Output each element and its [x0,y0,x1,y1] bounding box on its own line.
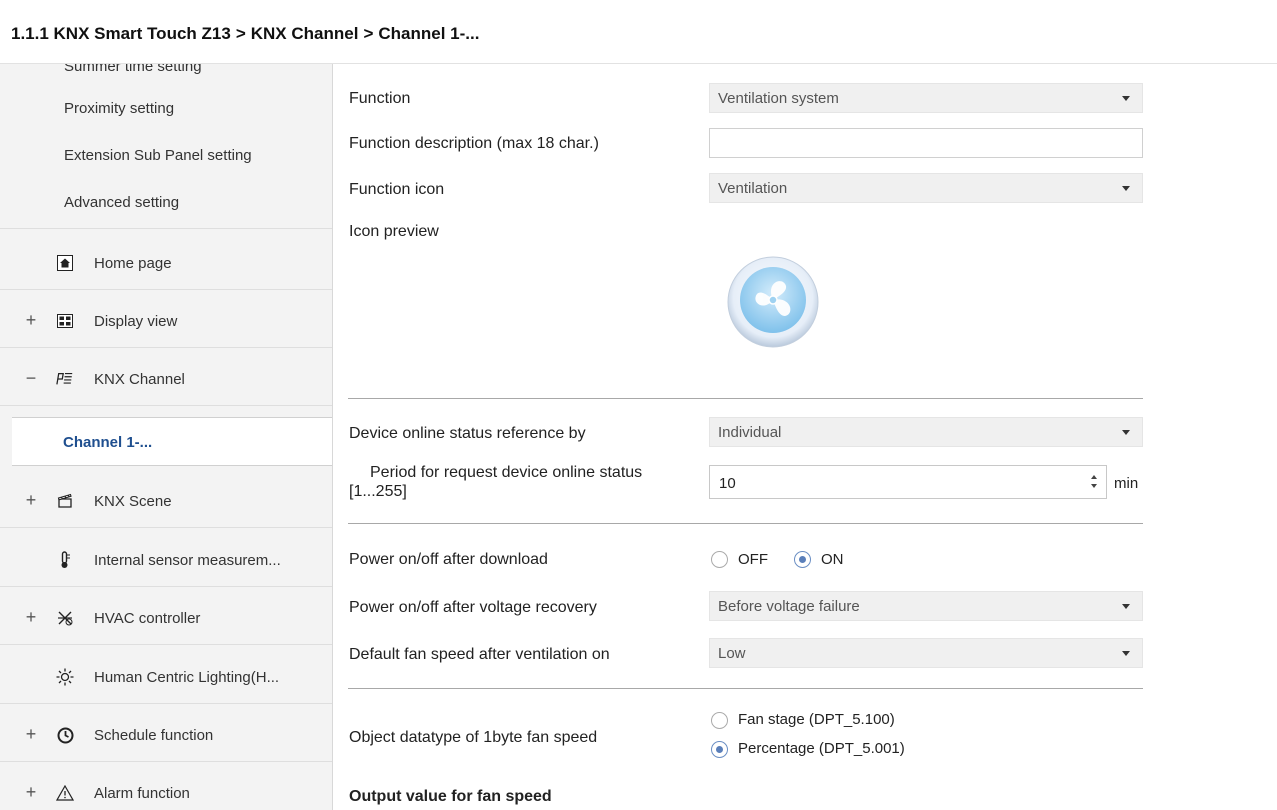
knx-channel-icon [56,370,74,388]
sidebar-item-label: HVAC controller [94,610,201,627]
default-fan-speed-value: Low [718,645,746,662]
sidebar-item-label: Extension Sub Panel setting [64,147,252,164]
datatype-percentage-label: Percentage (DPT_5.001) [738,740,905,757]
breadcrumb-separator: > [235,24,246,43]
sidebar-item-label: Channel 1-... [63,434,153,451]
sidebar-item-alarm-function[interactable]: + Alarm function [0,769,332,810]
dropdown-arrow-icon [1122,651,1130,656]
breadcrumb-item-channel: Channel 1-... [378,24,480,43]
function-icon-select-value: Ventilation [718,180,788,197]
sidebar-item-label: Home page [94,255,172,272]
datatype-fan-stage-radio[interactable] [711,712,728,729]
function-description-label: Function description (max 18 char.) [349,135,599,152]
sidebar-item-channel-1[interactable]: Channel 1-... [12,417,332,466]
power-download-off-label: OFF [738,551,768,568]
expand-icon[interactable]: + [24,310,38,331]
section-divider [348,523,1143,524]
sidebar-item-label: Internal sensor measurem... [94,552,281,569]
ventilation-fan-icon [723,252,823,352]
sidebar-item-summer-time[interactable]: Summer time setting [64,64,202,75]
sidebar-item-label: KNX Channel [94,371,185,388]
sidebar-item-extension-sub-panel[interactable]: Extension Sub Panel setting [0,131,332,182]
device-online-reference-select[interactable]: Individual [709,417,1143,447]
home-icon [56,254,74,272]
output-fan-speed-heading: Output value for fan speed [349,788,552,805]
sidebar-item-label: Display view [94,313,178,330]
sidebar-item-proximity[interactable]: Proximity setting [0,84,332,135]
sidebar-item-advanced[interactable]: Advanced setting [0,178,332,229]
sun-icon [56,668,74,686]
power-download-on-radio[interactable] [794,551,811,568]
sidebar-item-knx-channel[interactable]: − KNX Channel [0,355,332,406]
display-grid-icon [56,312,74,330]
device-online-reference-value: Individual [718,424,782,441]
sidebar-item-label: KNX Scene [94,493,172,510]
section-divider [348,688,1143,689]
sidebar-item-label: Proximity setting [64,100,175,117]
hvac-icon [56,609,74,627]
function-select[interactable]: Ventilation system [709,83,1143,113]
default-fan-speed-select[interactable]: Low [709,638,1143,668]
sidebar-item-human-centric-lighting[interactable]: Human Centric Lighting(H... [0,653,332,704]
fan-speed-datatype-label: Object datatype of 1byte fan speed [349,729,598,746]
sidebar-item-schedule-function[interactable]: + Schedule function [0,711,332,762]
dropdown-arrow-icon [1122,186,1130,191]
request-period-value: 10 [719,475,736,492]
sidebar-item-display-view[interactable]: + Display view [0,297,332,348]
power-download-off-radio[interactable] [711,551,728,568]
function-label: Function [349,90,411,107]
expand-icon[interactable]: + [24,724,38,745]
clock-icon [56,726,74,744]
collapse-icon[interactable]: − [24,368,38,389]
clapperboard-icon [56,492,74,510]
sidebar-item-label: Alarm function [94,785,190,802]
request-period-unit: min [1114,475,1139,492]
expand-icon[interactable]: + [24,607,38,628]
datatype-fan-stage-label: Fan stage (DPT_5.100) [738,711,895,728]
sidebar-item-home-page[interactable]: Home page [0,239,332,290]
spin-down-icon[interactable] [1091,484,1097,488]
section-divider [348,398,1143,399]
sidebar-item-label: Schedule function [94,727,214,744]
power-after-voltage-recovery-select[interactable]: Before voltage failure [709,591,1143,621]
breadcrumb-item-knx-channel[interactable]: KNX Channel [251,24,359,43]
expand-icon[interactable]: + [24,782,38,803]
sidebar-item-label: Advanced setting [64,194,180,211]
power-after-voltage-recovery-value: Before voltage failure [718,598,860,615]
title-bar: 1.1.1 KNX Smart Touch Z13 > KNX Channel > Ch… [0,0,1277,64]
sidebar-item-label: Human Centric Lighting(H... [94,669,280,686]
spin-up-icon[interactable] [1091,475,1097,479]
function-icon-label: Function icon [349,181,445,198]
datatype-percentage-radio[interactable] [711,741,728,758]
request-period-label-line1: Period for request device online status [370,464,643,481]
parameter-panel: Function Ventilation system Function des… [334,64,1277,810]
function-description-input[interactable] [709,128,1143,158]
thermometer-icon [56,551,74,569]
request-period-spinbox[interactable]: 10 [709,465,1107,499]
warning-icon [56,784,74,802]
sidebar-item-hvac-controller[interactable]: + HVAC controller [0,594,332,645]
sidebar-item-internal-sensor[interactable]: Internal sensor measurem... [0,536,332,587]
sidebar-item-knx-scene[interactable]: + KNX Scene [0,477,332,528]
sidebar: Summer time setting Proximity setting Ex… [0,64,333,810]
breadcrumb-item-device[interactable]: 1.1.1 KNX Smart Touch Z13 [11,24,231,43]
function-icon-select[interactable]: Ventilation [709,173,1143,203]
device-online-reference-label: Device online status reference by [349,425,586,442]
power-after-voltage-recovery-label: Power on/off after voltage recovery [349,599,597,616]
default-fan-speed-label: Default fan speed after ventilation on [349,646,610,663]
breadcrumb: 1.1.1 KNX Smart Touch Z13 > KNX Channel > Ch… [11,24,479,44]
dropdown-arrow-icon [1122,604,1130,609]
expand-icon[interactable]: + [24,490,38,511]
power-after-download-label: Power on/off after download [349,551,548,568]
dropdown-arrow-icon [1122,430,1130,435]
request-period-label-line2: [1...255] [349,483,407,500]
icon-preview-label: Icon preview [349,223,439,240]
breadcrumb-separator: > [363,24,374,43]
power-download-on-label: ON [821,551,844,568]
function-select-value: Ventilation system [718,90,839,107]
dropdown-arrow-icon [1122,96,1130,101]
